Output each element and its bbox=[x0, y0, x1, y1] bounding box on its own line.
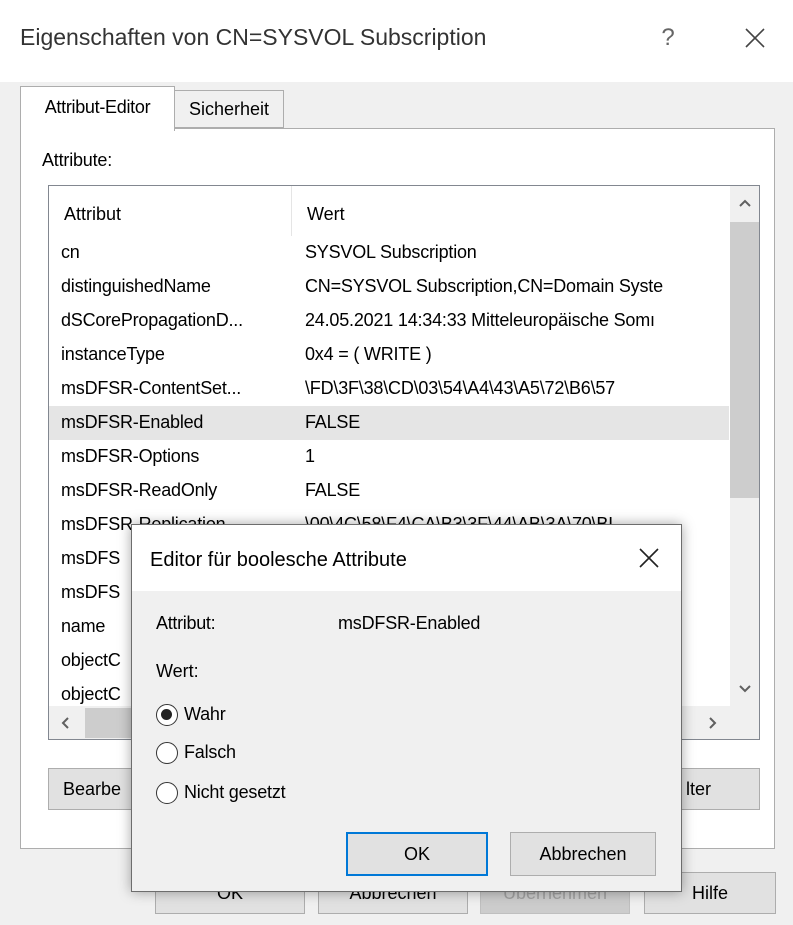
radio-not-set-indicator[interactable] bbox=[156, 782, 178, 804]
attribute-value-cell: 1 bbox=[305, 446, 315, 466]
table-row[interactable]: cn SYSVOL Subscription bbox=[49, 236, 729, 270]
tab-attribute-editor[interactable]: Attribut-Editor bbox=[20, 86, 175, 131]
attribute-value-cell: \FD\3F\38\CD\03\54\A4\43\A5\72\B6\57 bbox=[305, 378, 615, 398]
table-row[interactable]: msDFSR-Options 1 bbox=[49, 440, 729, 474]
table-row[interactable]: instanceType 0x4 = ( WRITE ) bbox=[49, 338, 729, 372]
window-titlebar: Eigenschaften von CN=SYSVOL Subscription… bbox=[0, 0, 793, 82]
vertical-scrollbar[interactable] bbox=[730, 186, 759, 706]
properties-window: Eigenschaften von CN=SYSVOL Subscription… bbox=[0, 0, 793, 925]
attribute-name-cell: msDFSR-Enabled bbox=[61, 412, 204, 432]
dialog-cancel-button[interactable]: Abbrechen bbox=[510, 832, 656, 876]
radio-true-indicator[interactable] bbox=[156, 704, 178, 726]
window-title: Eigenschaften von CN=SYSVOL Subscription bbox=[20, 24, 487, 50]
attribute-name-cell: msDFSR-ContentSet... bbox=[61, 378, 242, 398]
table-row[interactable]: msDFSR-ReadOnly FALSE bbox=[49, 474, 729, 508]
attribute-name-cell: distinguishedName bbox=[61, 276, 211, 296]
attribute-value-cell: 0x4 = ( WRITE ) bbox=[305, 344, 432, 364]
attribute-name-cell: dSCorePropagationD... bbox=[61, 310, 243, 330]
table-row[interactable]: distinguishedName CN=SYSVOL Subscription,… bbox=[49, 270, 729, 304]
tab-security[interactable]: Sicherheit bbox=[174, 90, 284, 128]
attribute-value-cell: SYSVOL Subscription bbox=[305, 242, 477, 262]
dialog-title: Editor für boolesche Attribute bbox=[150, 549, 407, 571]
radio-true-label[interactable]: Wahr bbox=[184, 704, 226, 725]
help-icon[interactable]: ? bbox=[648, 18, 688, 58]
column-separator[interactable] bbox=[291, 186, 292, 236]
scroll-up-icon[interactable] bbox=[730, 186, 759, 220]
attribute-name-cell: instanceType bbox=[61, 344, 165, 364]
radio-not-set-label[interactable]: Nicht gesetzt bbox=[184, 782, 286, 803]
scroll-down-icon[interactable] bbox=[730, 672, 759, 706]
attributes-caption: Attribute: bbox=[42, 150, 113, 170]
column-header-value[interactable]: Wert bbox=[307, 204, 345, 225]
dialog-close-icon[interactable] bbox=[632, 541, 666, 575]
dialog-titlebar: Editor für boolesche Attribute bbox=[132, 525, 681, 591]
column-header-attribute[interactable]: Attribut bbox=[64, 204, 121, 225]
scrollbar-corner bbox=[730, 706, 759, 739]
dialog-ok-button[interactable]: OK bbox=[346, 832, 488, 876]
dialog-value-label: Wert: bbox=[156, 661, 199, 681]
table-row[interactable]: dSCorePropagationD... 24.05.2021 14:34:33… bbox=[49, 304, 729, 338]
attribute-name-cell: cn bbox=[61, 242, 80, 262]
table-row[interactable]: msDFSR-ContentSet... \FD\3F\38\CD\03\54\A… bbox=[49, 372, 729, 406]
attribute-value-cell: CN=SYSVOL Subscription,CN=Domain Syste bbox=[305, 276, 663, 296]
attribute-name-cell: msDFSR-ReadOnly bbox=[61, 480, 218, 500]
listview-header: Attribut Wert bbox=[49, 186, 729, 236]
attribute-value-cell: FALSE bbox=[305, 412, 361, 432]
attribute-value-cell: FALSE bbox=[305, 480, 361, 500]
attribute-name-cell: msDFSR-Options bbox=[61, 446, 200, 466]
table-row[interactable]: msDFSR-Enabled FALSE bbox=[49, 406, 729, 440]
dialog-attribute-value: msDFSR-Enabled bbox=[338, 613, 481, 633]
boolean-editor-dialog: Editor für boolesche Attribute Attribut:… bbox=[131, 524, 682, 892]
scroll-right-icon[interactable] bbox=[695, 706, 729, 739]
vertical-scroll-thumb[interactable] bbox=[730, 222, 759, 498]
radio-false-indicator[interactable] bbox=[156, 742, 178, 764]
attribute-value-cell: 24.05.2021 14:34:33 Mitteleuropäische So… bbox=[305, 310, 655, 330]
close-icon[interactable] bbox=[732, 18, 778, 58]
dialog-attribute-label: Attribut: bbox=[156, 613, 216, 633]
scroll-left-icon[interactable] bbox=[49, 706, 83, 739]
radio-false-label[interactable]: Falsch bbox=[184, 742, 236, 763]
